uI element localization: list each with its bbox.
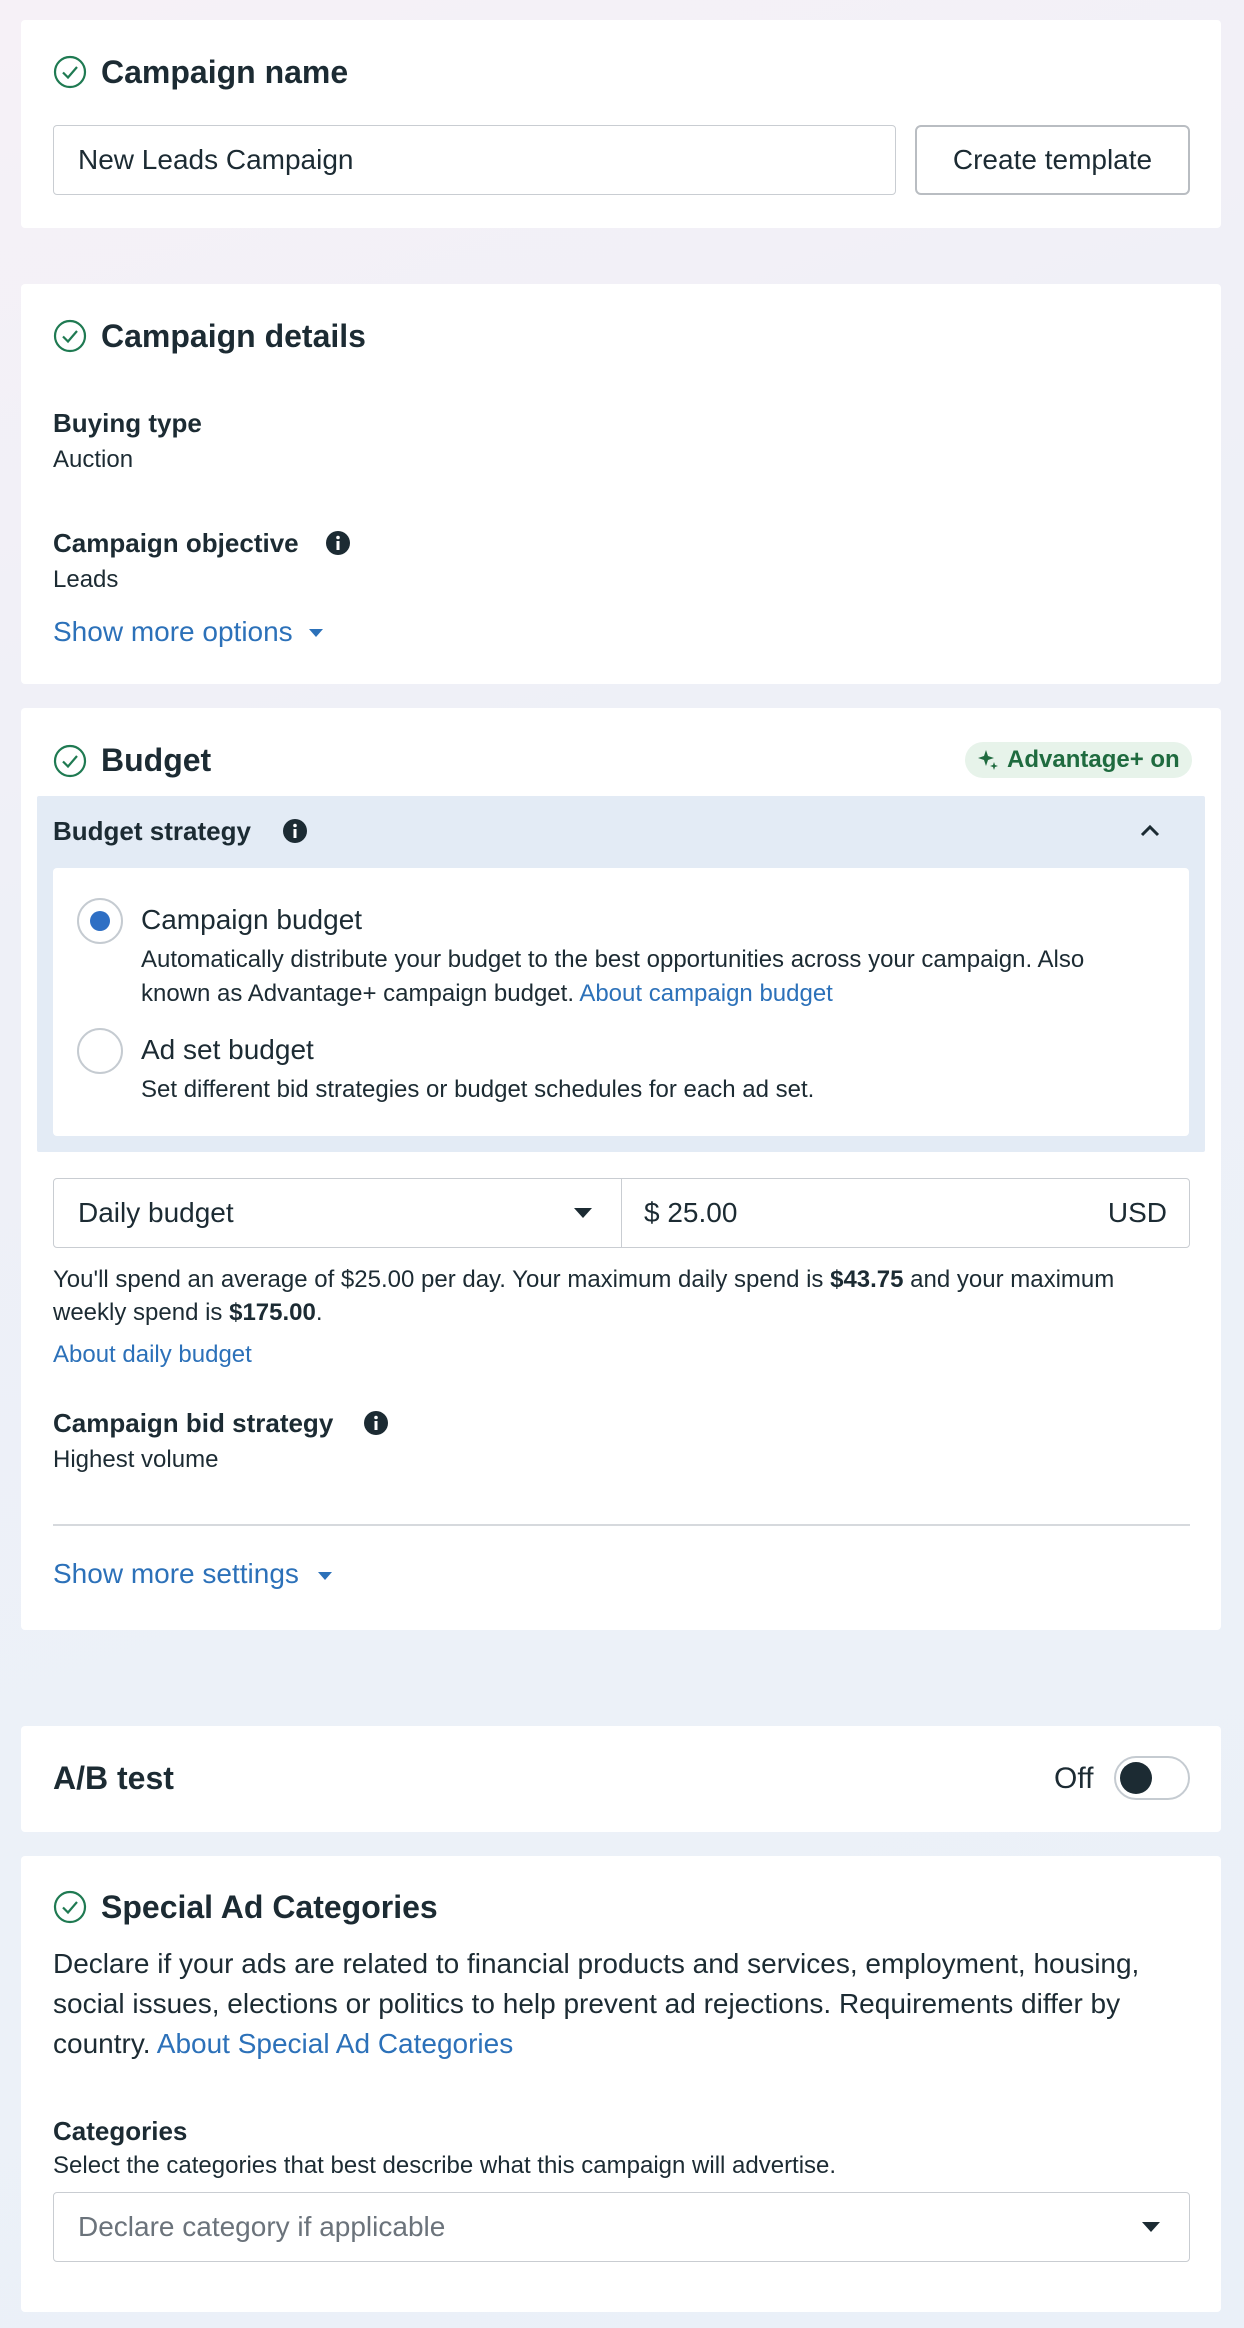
special-ad-categories-card: Special Ad Categories Declare if your ad… bbox=[21, 1856, 1221, 2312]
check-circle-icon bbox=[53, 55, 87, 89]
info-icon[interactable] bbox=[325, 530, 351, 556]
chevron-down-icon bbox=[318, 1572, 332, 1580]
section-title: Campaign name bbox=[101, 54, 349, 90]
ab-test-toggle[interactable] bbox=[1114, 1756, 1190, 1800]
budget-type-value: Daily budget bbox=[78, 1197, 234, 1228]
show-more-options-link[interactable]: Show more options bbox=[53, 616, 293, 648]
max-weekly-spend: $175.00 bbox=[229, 1299, 316, 1326]
budget-options-box: Campaign budget Automatically distribute… bbox=[53, 868, 1189, 1136]
ad-set-budget-radio[interactable] bbox=[77, 1028, 123, 1074]
about-daily-budget-link[interactable]: About daily budget bbox=[53, 1341, 252, 1369]
info-icon[interactable] bbox=[363, 1410, 389, 1436]
section-title: Special Ad Categories bbox=[101, 1889, 438, 1925]
sparkle-icon bbox=[978, 750, 998, 770]
show-more-settings-link[interactable]: Show more settings bbox=[53, 1558, 299, 1590]
chevron-up-icon[interactable] bbox=[1137, 818, 1163, 844]
currency-code: USD bbox=[1107, 1197, 1167, 1228]
caret-down-icon bbox=[574, 1208, 592, 1218]
advantage-plus-label: Advantage+ on bbox=[1007, 746, 1180, 773]
toggle-knob bbox=[1120, 1762, 1152, 1794]
budget-amount-input[interactable]: $ 25.00 USD bbox=[621, 1178, 1190, 1248]
divider bbox=[53, 1524, 1190, 1526]
spend-period: . bbox=[315, 1299, 323, 1326]
budget-card: Budget Advantage+ on Budget strategy Cam… bbox=[21, 708, 1221, 1630]
categories-select[interactable]: Declare category if applicable bbox=[53, 2192, 1190, 2262]
about-special-ad-categories-link[interactable]: About Special Ad Categories bbox=[157, 2028, 513, 2059]
sac-desc-line-1: Declare if your ads are related to finan… bbox=[53, 1948, 1140, 1979]
buying-type-label: Buying type bbox=[53, 408, 202, 438]
sac-desc-line-3-text: country. bbox=[53, 2028, 151, 2059]
campaign-name-value: New Leads Campaign bbox=[78, 144, 354, 175]
categories-label: Categories bbox=[53, 2116, 188, 2146]
campaign-objective-value: Leads bbox=[53, 566, 119, 593]
max-daily-spend: $43.75 bbox=[830, 1266, 904, 1293]
check-circle-icon bbox=[53, 1890, 87, 1924]
ad-set-budget-option-title: Ad set budget bbox=[141, 1034, 314, 1065]
info-icon[interactable] bbox=[282, 818, 308, 844]
section-title: Campaign details bbox=[101, 318, 366, 354]
ab-test-card: A/B test Off bbox=[21, 1726, 1221, 1832]
campaign-budget-option-desc-2-text: known as Advantage+ campaign budget. bbox=[141, 980, 574, 1007]
categories-help: Select the categories that best describe… bbox=[53, 2152, 837, 2179]
budget-strategy-panel: Budget strategy Campaign budget Automati… bbox=[37, 796, 1205, 1152]
ad-set-budget-option-desc: Set different bid strategies or budget s… bbox=[141, 1076, 815, 1103]
chevron-down-icon bbox=[309, 629, 323, 637]
spend-text-2: and your maximum bbox=[910, 1266, 1115, 1293]
campaign-budget-radio[interactable] bbox=[77, 898, 123, 944]
show-more-options-label: Show more options bbox=[53, 616, 293, 647]
budget-strategy-label: Budget strategy bbox=[53, 816, 251, 846]
ab-test-title: A/B test bbox=[53, 1760, 174, 1796]
check-circle-icon bbox=[53, 744, 87, 778]
sac-desc-line-3: country. About Special Ad Categories bbox=[53, 2028, 513, 2060]
create-template-label: Create template bbox=[952, 144, 1153, 175]
campaign-budget-option-title: Campaign budget bbox=[141, 904, 363, 935]
spend-text-1: You'll spend an average of $25.00 per da… bbox=[53, 1266, 824, 1293]
about-campaign-budget-link[interactable]: About campaign budget bbox=[579, 980, 833, 1007]
spend-summary-line-1: You'll spend an average of $25.00 per da… bbox=[53, 1266, 1114, 1294]
spend-text-3: weekly spend is bbox=[53, 1299, 223, 1326]
caret-down-icon bbox=[1142, 2222, 1160, 2232]
ab-test-toggle-label: Off bbox=[1054, 1762, 1094, 1795]
campaign-details-card: Campaign details Buying type Auction Cam… bbox=[21, 284, 1221, 684]
create-template-button[interactable]: Create template bbox=[915, 125, 1190, 195]
budget-amount-value: 25.00 bbox=[667, 1197, 738, 1228]
campaign-budget-option-desc-1: Automatically distribute your budget to … bbox=[141, 946, 1085, 973]
campaign-budget-option-desc-2: known as Advantage+ campaign budget. Abo… bbox=[141, 980, 833, 1008]
campaign-name-card: Campaign name New Leads Campaign Create … bbox=[21, 20, 1221, 228]
campaign-objective-label: Campaign objective bbox=[53, 528, 299, 558]
check-circle-icon bbox=[53, 319, 87, 353]
advantage-plus-badge: Advantage+ on bbox=[965, 742, 1192, 778]
bid-strategy-label: Campaign bid strategy bbox=[53, 1408, 334, 1438]
bid-strategy-value: Highest volume bbox=[53, 1446, 219, 1473]
budget-type-select[interactable]: Daily budget bbox=[53, 1178, 623, 1248]
show-more-settings-label: Show more settings bbox=[53, 1558, 299, 1589]
categories-placeholder: Declare category if applicable bbox=[78, 2211, 446, 2242]
currency-symbol: $ bbox=[644, 1197, 660, 1228]
buying-type-value: Auction bbox=[53, 446, 134, 473]
section-title: Budget bbox=[101, 742, 212, 778]
spend-summary-line-2: weekly spend is $175.00. bbox=[53, 1299, 323, 1327]
campaign-name-input[interactable]: New Leads Campaign bbox=[53, 125, 896, 195]
sac-desc-line-2: social issues, elections or politics to … bbox=[53, 1988, 1121, 2019]
